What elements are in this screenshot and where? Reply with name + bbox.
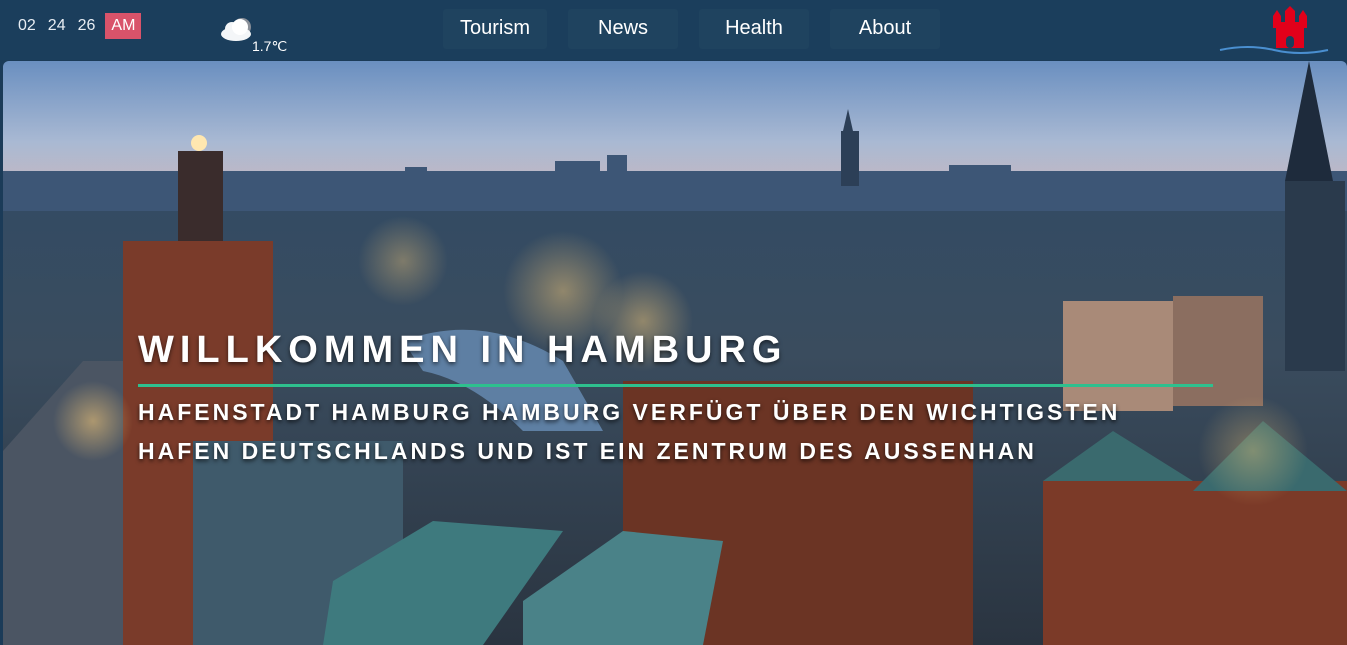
temperature-value: 1.7℃ [252,38,288,54]
hero-subtitle: HAFENSTADT HAMBURG HAMBURG VERFÜGT ÜBER … [138,399,1121,464]
nav-about[interactable]: About [830,9,941,49]
digital-clock: 02 24 26 AM [12,13,142,39]
hero-banner: WILLKOMMEN IN HAMBURG HAFENSTADT HAMBURG… [3,61,1347,645]
main-navigation: Tourism News Health About [443,9,941,49]
clock-hours: 02 [18,17,36,34]
nav-health[interactable]: Health [699,9,810,49]
clock-period: AM [105,13,142,39]
clock-minutes: 24 [47,17,66,34]
weather-widget: 1.7℃ [218,14,298,54]
clock-seconds: 26 [77,17,96,34]
hamburg-castle-icon[interactable] [1218,6,1330,56]
hero-divider [138,384,1213,387]
top-bar: 02 24 26 AM 1.7℃ Tourism News Health Abo… [0,0,1347,60]
nav-tourism[interactable]: Tourism [443,9,548,49]
nav-news[interactable]: News [568,9,679,49]
hero-title: WILLKOMMEN IN HAMBURG [138,329,788,371]
